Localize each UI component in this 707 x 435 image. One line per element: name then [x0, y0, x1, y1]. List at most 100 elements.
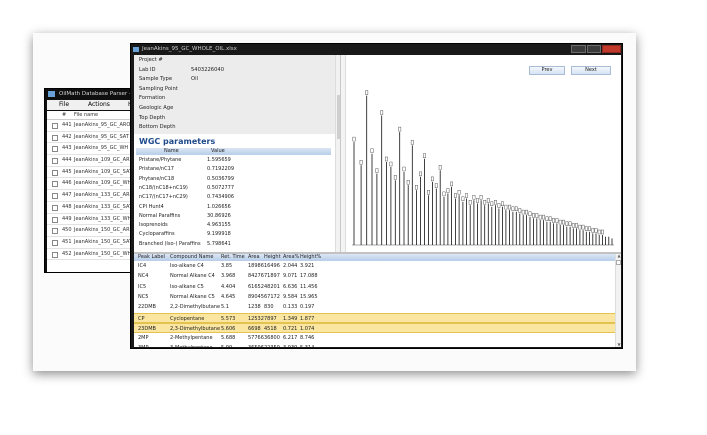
- col-peak-label[interactable]: Peak Label: [138, 254, 165, 261]
- peak-label-marker: [588, 226, 591, 231]
- sample-info-row: Top Depth: [139, 115, 165, 121]
- row-checkbox[interactable]: [52, 134, 58, 141]
- row-checkbox[interactable]: [52, 169, 58, 176]
- peak-row[interactable]: IC4 Iso-alkane C4 3.85 18986 16496 2.044 3.921: [134, 261, 615, 271]
- peak-label-marker: [493, 199, 497, 205]
- peak-table-scrollbar[interactable]: ▲ ▼: [615, 254, 621, 347]
- file-row[interactable]: 452 JeanAkins_150_GC_WH: [47, 249, 139, 261]
- peak-label-marker: [457, 189, 461, 195]
- peak-table: Peak Label Compound Name Ret. Time Area …: [134, 252, 621, 347]
- row-file-name: JeanAkins_95_GC_SAT: [74, 133, 129, 140]
- next-button[interactable]: Next: [571, 66, 611, 75]
- peak-cell-heightpct: 3.921: [300, 263, 315, 269]
- wgc-col-value[interactable]: Value: [211, 148, 225, 155]
- col-ret-time[interactable]: Ret. Time: [221, 254, 245, 261]
- window-client: Project # Lab ID 5403226040 Sample Type Oil S…: [134, 55, 621, 347]
- peak-cell-compound: Iso-alkane C4: [170, 263, 204, 269]
- screenshot-canvas: OilMath Database Parser - File Actions H…: [0, 0, 707, 435]
- scroll-up-icon[interactable]: ▲: [617, 254, 621, 258]
- peak-cell-heightpct: 17.088: [300, 273, 318, 280]
- menu-actions[interactable]: Actions: [88, 100, 110, 110]
- peak-row[interactable]: 22DMB 2,2-Dimethylbutane 5.1 1238 830 0.133 0.…: [134, 302, 615, 312]
- peak-label-marker: [490, 201, 494, 207]
- row-checkbox[interactable]: [52, 204, 58, 211]
- row-number: 452: [62, 250, 72, 257]
- wgc-col-name[interactable]: Name: [164, 148, 179, 155]
- peak-row[interactable]: 2MP 2-Methylpentane 5.688 57766 36800 6.217 8.…: [134, 333, 615, 343]
- row-number: 447: [62, 192, 72, 199]
- row-checkbox[interactable]: [52, 123, 58, 129]
- peak-cell-rt: 5.688: [221, 335, 236, 342]
- prev-button[interactable]: Prev: [529, 66, 565, 75]
- row-checkbox[interactable]: [52, 181, 58, 188]
- wgc-param-value: 0.7434906: [207, 194, 235, 201]
- database-parser-window[interactable]: OilMath Database Parser - File Actions H…: [44, 88, 140, 273]
- minimize-button[interactable]: [571, 45, 586, 53]
- row-checkbox[interactable]: [52, 239, 58, 246]
- col-area-pct[interactable]: Area%: [283, 254, 299, 261]
- peak-label-marker: [545, 216, 549, 222]
- peak-label-marker: [486, 198, 490, 203]
- peak-label-marker: [365, 90, 369, 95]
- col-height[interactable]: Height: [264, 254, 281, 261]
- file-row[interactable]: 449 JeanAkins_133_GC_WH: [47, 214, 139, 226]
- peak-cell-height: 36800: [264, 335, 280, 342]
- peak-row[interactable]: 3MP 3-Methylpentane 5.99 36596223593.9395.3…: [134, 343, 615, 347]
- wgc-param-name: Pristane/Phytane: [139, 157, 182, 163]
- file-row[interactable]: 445 JeanAkins_109_GC_SAT: [47, 167, 139, 179]
- file-row[interactable]: 441 JeanAkins_95_GC_ARO: [47, 120, 139, 132]
- peak-label-marker: [406, 179, 410, 185]
- peak-label-marker: [427, 189, 430, 195]
- sample-info-label: Sampling Point: [139, 85, 178, 92]
- file-row[interactable]: 442 JeanAkins_95_GC_SAT: [47, 132, 139, 144]
- menu-file[interactable]: File: [59, 100, 69, 110]
- peak-row[interactable]: NC5 Normal Alkane C5 4.645 89045 67172 9.584 1…: [134, 292, 615, 302]
- row-checkbox[interactable]: [52, 146, 58, 153]
- row-file-name: JeanAkins_150_GC_SAT: [74, 238, 133, 245]
- peak-label-marker: [528, 211, 532, 217]
- file-grid-rows: 441 JeanAkins_95_GC_ARO 442 JeanAkins_95_GC…: [47, 120, 139, 261]
- row-checkbox[interactable]: [52, 158, 58, 165]
- peak-cell-height: 71897: [264, 273, 280, 280]
- scroll-thumb[interactable]: [616, 260, 621, 265]
- peak-label-marker: [514, 206, 518, 212]
- peak-row[interactable]: IC5 Iso-alkane C5 4.404 61652 48201 6.636 11.4…: [134, 282, 615, 292]
- file-row[interactable]: 448 JeanAkins_133_GC_SAT: [47, 202, 139, 214]
- row-number: 445: [62, 168, 72, 175]
- file-row[interactable]: 447 JeanAkins_133_GC_ARE: [47, 190, 139, 202]
- col-height-pct[interactable]: Height%: [300, 254, 321, 261]
- file-row[interactable]: 451 JeanAkins_150_GC_SAT: [47, 237, 139, 249]
- maximize-button[interactable]: [587, 45, 601, 53]
- file-row[interactable]: 446 JeanAkins_109_GC_WH: [47, 178, 139, 191]
- col-num[interactable]: #: [62, 111, 66, 120]
- close-button[interactable]: [602, 45, 621, 53]
- peak-cell-heightpct: 8.746: [300, 335, 315, 342]
- row-file-name: JeanAkins_133_GC_ARE: [74, 192, 133, 199]
- sample-info-row: Formation: [139, 95, 165, 101]
- row-checkbox[interactable]: [52, 228, 58, 235]
- peak-label-marker: [565, 221, 569, 226]
- file-row[interactable]: 450 JeanAkins_150_GC_ARE: [47, 225, 139, 237]
- peak-row[interactable]: CP Cyclopentane 5.573 12532 7897 1.349 1.877: [134, 312, 615, 323]
- peak-cell-peak: 3MP: [138, 343, 149, 347]
- peak-row[interactable]: 23DMB 2,3-Dimethylbutane 5.606 6698 4518 0.72…: [134, 322, 615, 334]
- peak-label-marker: [385, 156, 388, 162]
- wgc-param-value: 4.963155: [207, 222, 231, 229]
- col-compound-name[interactable]: Compound Name: [170, 254, 214, 261]
- peak-label-marker: [438, 165, 442, 170]
- row-checkbox[interactable]: [52, 216, 58, 223]
- sample-info-row: Sample Type Oil: [139, 76, 198, 82]
- row-checkbox[interactable]: [52, 193, 58, 200]
- peak-cell-area: 89045: [248, 293, 264, 300]
- scroll-down-icon[interactable]: ▼: [617, 343, 621, 347]
- gc-viewer-window[interactable]: JeanAkins_95_GC_WHOLE_OIL.xlsx Project #…: [130, 43, 623, 349]
- row-number: 446: [62, 180, 72, 187]
- peak-row[interactable]: NC4 Normal Alkane C4 3.968 84276 71897 9.071 1…: [134, 271, 615, 281]
- sample-info-row: Bottom Depth: [139, 124, 175, 130]
- file-row[interactable]: 443 JeanAkins_95_GC_WH: [47, 143, 139, 156]
- wgc-row: Branched (Iso-) Paraffins 5.798641: [139, 241, 231, 247]
- col-area[interactable]: Area: [248, 254, 260, 261]
- file-row[interactable]: 444 JeanAkins_109_GC_ARE: [47, 155, 139, 167]
- row-checkbox[interactable]: [52, 251, 58, 258]
- col-file-name[interactable]: File name: [74, 111, 98, 120]
